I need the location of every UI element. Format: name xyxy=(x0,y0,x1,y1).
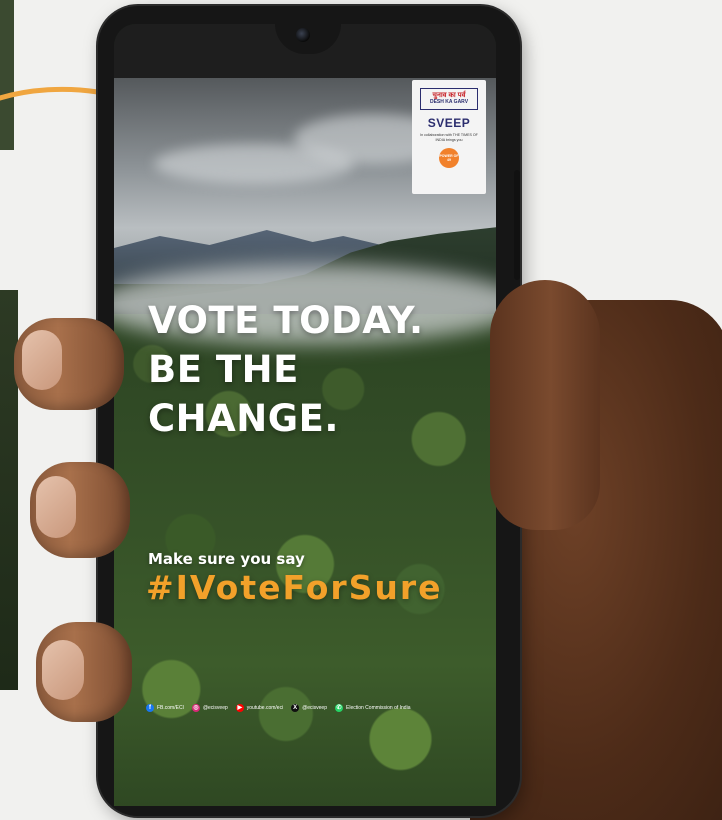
campaign-logo-english: DESH KA GARV xyxy=(429,99,469,105)
campaign-logo: चुनाव का पर्व DESH KA GARV xyxy=(420,88,478,110)
social-item-whatsapp[interactable]: ✆ Election Commission of India xyxy=(335,704,410,712)
fingernail xyxy=(42,640,84,700)
facebook-icon: f xyxy=(146,704,154,712)
power-of-49-text: POWER OF 49 xyxy=(439,154,459,163)
social-text: @ecisveep xyxy=(202,705,228,711)
whatsapp-icon: ✆ xyxy=(335,704,343,712)
sveep-text: SVEEP xyxy=(427,116,471,130)
instagram-icon: ◎ xyxy=(191,704,200,712)
sveep-logo: SVEEP xyxy=(412,116,486,130)
social-item-youtube[interactable]: ▶ youtube.com/eci xyxy=(235,704,284,712)
youtube-icon: ▶ xyxy=(235,704,244,712)
phone-screen: चुनाव का पर्व DESH KA GARV SVEEP In coll… xyxy=(114,24,496,806)
phone-side-button xyxy=(514,170,520,280)
social-text: Election Commission of India xyxy=(346,705,411,711)
fingernail xyxy=(22,330,62,390)
hand-thumb xyxy=(490,280,600,530)
headline: VOTE TODAY. BE THE CHANGE. xyxy=(148,296,468,443)
social-item-x[interactable]: X @ecisveep xyxy=(291,704,327,712)
social-text: youtube.com/eci xyxy=(246,705,284,711)
headline-line-2: BE THE xyxy=(148,348,299,391)
partner-logo-card: चुनाव का पर्व DESH KA GARV SVEEP In coll… xyxy=(412,80,486,194)
social-item-instagram[interactable]: ◎ @ecisveep xyxy=(191,704,228,712)
camera-icon xyxy=(296,28,310,42)
hashtag: #IVoteForSure xyxy=(146,568,443,607)
collab-text: In collaboration with THE TIMES OF INDIA… xyxy=(420,133,478,142)
social-links: f FB.com/ECI ◎ @ecisveep ▶ youtube.com/e… xyxy=(146,704,491,712)
fingernail xyxy=(36,476,76,538)
social-text: FB.com/ECI xyxy=(157,705,184,711)
social-text: @ecisveep xyxy=(302,705,327,711)
subline: Make sure you say xyxy=(148,550,305,568)
campaign-logo-hindi: चुनाव का पर्व xyxy=(432,92,466,99)
x-icon: X xyxy=(291,704,300,712)
social-item-facebook[interactable]: f FB.com/ECI xyxy=(146,704,184,712)
power-of-49-logo: POWER OF 49 xyxy=(439,148,459,169)
headline-line-1: VOTE TODAY. xyxy=(148,299,424,342)
headline-line-3: CHANGE. xyxy=(148,397,339,440)
